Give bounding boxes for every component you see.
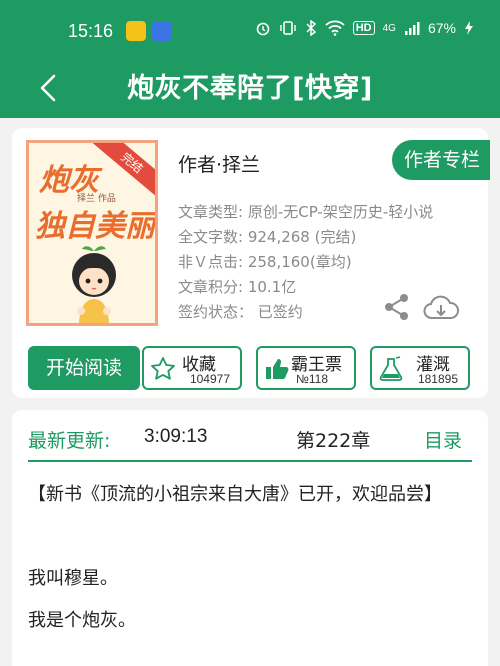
hd-badge: HD [352, 21, 375, 35]
status-time: 15:16 [68, 21, 114, 41]
table-of-contents-link[interactable]: 目录 [424, 426, 462, 453]
latest-update-time: 3:09:13 [144, 426, 208, 447]
start-reading-button[interactable]: 开始阅读 [28, 346, 140, 390]
update-card: 最新更新: 3:09:13 第222章 目录 【新书《顶流的小祖宗来自大唐》已开… [12, 410, 488, 666]
favorite-count: 104977 [189, 372, 230, 386]
content-paragraph: 我是个炮灰。 [28, 610, 136, 631]
wifi-icon [325, 20, 345, 36]
status-bar: 15:16 HD 4G 67% [0, 0, 500, 62]
ticket-button[interactable]: 霸王票 №118 [256, 346, 356, 390]
signal-icon [404, 22, 420, 35]
divider [28, 460, 472, 462]
meta-word-count: 全文字数: 924,268 (完结) [178, 228, 357, 246]
status-right: HD 4G 67% [255, 20, 474, 36]
watering-button[interactable]: 灌溉 181895 [370, 346, 470, 390]
book-cover[interactable]: 完结 炮灰 择兰 作品 独自美丽 [26, 140, 158, 326]
watering-count: 181895 [417, 372, 458, 386]
cover-illustration [72, 246, 116, 323]
meta-type: 文章类型: 原创-无CP-架空历史-轻小说 [178, 203, 434, 221]
app-notification-icon-2 [152, 21, 172, 41]
star-icon [151, 357, 175, 380]
cover-title-line2: 独自美丽 [35, 209, 155, 244]
thumbs-up-icon [266, 359, 289, 379]
page-title: 炮灰不奉陪了[快穿] [127, 73, 373, 104]
ticket-count: №118 [295, 372, 328, 386]
book-info-card: 完结 炮灰 择兰 作品 独自美丽 作者·择兰 作者专栏 文章类型: 原创-无CP… [12, 128, 490, 398]
favorite-button[interactable]: 收藏 104977 [142, 346, 242, 390]
header: 炮灰不奉陪了[快穿] [0, 62, 500, 118]
latest-chapter-link[interactable]: 第222章 [296, 426, 370, 453]
chapter-content: 【新书《顶流的小祖宗来自大唐》已开，欢迎品尝】 我叫穆星。 我是个炮灰。 [28, 474, 476, 642]
watering-flask-icon [379, 356, 403, 381]
battery-level: 67% [427, 20, 456, 36]
author-name[interactable]: 作者·择兰 [178, 150, 260, 177]
app-notification-icon [126, 21, 146, 41]
alarm-icon [256, 22, 270, 36]
cloud-download-icon[interactable] [422, 294, 460, 322]
network-type: 4G [382, 22, 396, 34]
vibrate-icon [280, 21, 296, 35]
bluetooth-icon [306, 20, 316, 36]
content-paragraph: 【新书《顶流的小祖宗来自大唐》已开，欢迎品尝】 [28, 484, 442, 505]
charging-icon [465, 21, 473, 35]
content-paragraph [28, 516, 476, 558]
share-icon[interactable] [382, 292, 412, 322]
author-column-button[interactable]: 作者专栏 [392, 140, 490, 180]
latest-update-label: 最新更新: [28, 430, 111, 452]
meta-clicks: 非Ｖ点击: 258,160(章均) [178, 253, 352, 271]
content-paragraph: 我叫穆星。 [28, 568, 118, 589]
